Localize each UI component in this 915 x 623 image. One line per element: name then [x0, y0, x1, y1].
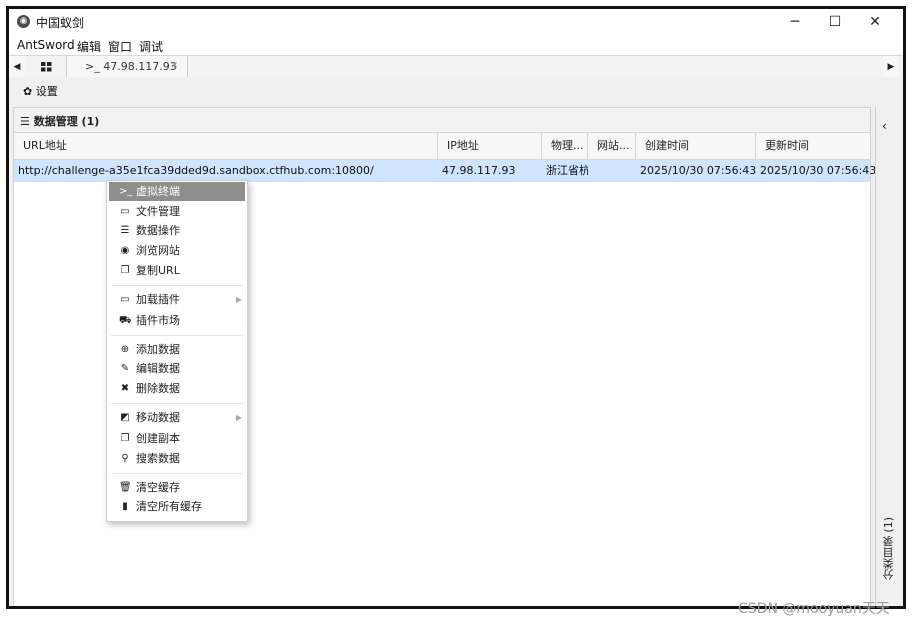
menu-separator [111, 403, 243, 404]
settings-button[interactable]: ✿ 设置 [23, 83, 58, 99]
settings-label: 设置 [35, 85, 58, 98]
col-created[interactable]: 创建时间 [636, 133, 756, 159]
menu-edit[interactable]: 编辑 [77, 38, 101, 55]
table-row[interactable]: http://challenge-a35e1fca39dded9d.sandbo… [14, 160, 876, 182]
list-icon: ☰ [20, 115, 30, 128]
terminal-icon: >_ [85, 60, 100, 73]
menu-item-copy-url[interactable]: ❐ 复制URL [109, 261, 245, 280]
menu-item-clear-cache[interactable]: 🗑 清空缓存 [109, 478, 245, 497]
database-icon: ☰ [120, 225, 130, 236]
copy-icon: ❐ [120, 265, 130, 276]
plus-circle-icon: ⊕ [120, 344, 130, 355]
context-menu: >_ 虚拟终端 ▭ 文件管理 ☰ 数据操作 ◉ 浏览网站 ❐ 复制URL ▭ 加… [106, 180, 248, 522]
tab-shell[interactable]: >_ 47.98.117.93 × [67, 56, 188, 78]
col-site[interactable]: 网站... [588, 133, 636, 159]
cell-location: 浙江省杭 [546, 164, 588, 177]
tab-shell-label: 47.98.117.93 [103, 60, 177, 73]
watermark: CSDN @mooyuan天天 [738, 601, 890, 617]
cell-site [588, 160, 636, 182]
cell-ip: 47.98.117.93 [442, 164, 516, 177]
menu-debug[interactable]: 调试 [139, 38, 163, 55]
col-location[interactable]: 物理... [542, 133, 588, 159]
tab-close-icon[interactable]: × [170, 60, 178, 71]
col-updated[interactable]: 更新时间 [756, 133, 878, 159]
menu-item-clear-all-cache[interactable]: ▮ 清空所有缓存 [109, 497, 245, 516]
copy-icon: ❐ [120, 433, 130, 444]
menu-separator [111, 285, 243, 286]
menu-item-database[interactable]: ☰ 数据操作 [109, 221, 245, 240]
panel-header: ☰ 数据管理 (1) [14, 108, 870, 133]
menu-item-create-copy[interactable]: ❐ 创建副本 [109, 429, 245, 448]
maximize-button[interactable]: ☐ [815, 9, 855, 35]
tab-home[interactable] [26, 56, 67, 78]
terminal-icon: >_ [119, 186, 133, 197]
menu-item-plugin-market[interactable]: ⛟ 插件市场 [109, 311, 245, 330]
category-label[interactable]: 分类目录 (1) [881, 517, 897, 580]
close-button[interactable]: ✕ [855, 9, 895, 35]
collapse-arrow-icon[interactable]: ‹ [882, 119, 887, 133]
trash-solid-icon: ▮ [122, 501, 128, 512]
cell-url: http://challenge-a35e1fca39dded9d.sandbo… [18, 164, 374, 177]
menu-item-search-data[interactable]: ⚲ 搜索数据 [109, 449, 245, 468]
minimize-button[interactable]: ─ [775, 9, 815, 35]
panel-title: 数据管理 (1) [33, 115, 100, 128]
menu-separator [111, 335, 243, 336]
menu-item-browse-site[interactable]: ◉ 浏览网站 [109, 241, 245, 260]
col-url[interactable]: URL地址 [14, 133, 438, 159]
chrome-icon: ◉ [120, 245, 130, 256]
menu-item-move-data[interactable]: ◩ 移动数据 ▶ [109, 408, 245, 427]
toolbar: ✿ 设置 [9, 77, 903, 103]
times-icon: ✖ [120, 383, 130, 394]
grid-icon [40, 62, 51, 72]
menu-item-delete-data[interactable]: ✖ 删除数据 [109, 379, 245, 398]
title-bar: ◉ 中国蚁剑 ─ ☐ ✕ [9, 9, 903, 35]
menu-bar: AntSword 编辑 窗口 调试 [9, 35, 903, 55]
tab-scroll-left-icon[interactable]: ◀ [9, 56, 25, 78]
cell-updated: 2025/10/30 07:56:43 [760, 164, 877, 177]
submenu-arrow-icon: ▶ [235, 295, 242, 304]
trash-icon: 🗑 [119, 482, 132, 493]
folder-icon: ▭ [120, 294, 130, 305]
menu-item-file-manager[interactable]: ▭ 文件管理 [109, 202, 245, 221]
folder-icon: ▭ [120, 206, 130, 217]
move-icon: ◩ [120, 412, 130, 423]
menu-item-terminal[interactable]: >_ 虚拟终端 [109, 182, 245, 201]
tab-scroll-right-icon[interactable]: ▶ [883, 56, 899, 78]
menu-separator [111, 473, 243, 474]
gear-icon: ✿ [23, 85, 33, 98]
menu-antsword[interactable]: AntSword [17, 38, 75, 52]
menu-item-load-plugin[interactable]: ▭ 加载插件 ▶ [109, 290, 245, 309]
edit-icon: ✎ [120, 363, 130, 374]
search-icon: ⚲ [121, 453, 129, 464]
menu-window[interactable]: 窗口 [108, 38, 132, 55]
submenu-arrow-icon: ▶ [235, 413, 242, 422]
window-title: 中国蚁剑 [36, 16, 85, 30]
menu-item-edit-data[interactable]: ✎ 编辑数据 [109, 359, 245, 378]
menu-item-add-data[interactable]: ⊕ 添加数据 [109, 340, 245, 359]
table-header: URL地址 IP地址 物理... 网站... 创建时间 更新时间 [14, 133, 878, 160]
col-ip[interactable]: IP地址 [438, 133, 542, 159]
cart-icon: ⛟ [119, 315, 132, 326]
antsword-logo-icon: ◉ [17, 15, 30, 28]
tab-bar: ◀ >_ 47.98.117.93 × ▶ [9, 55, 903, 79]
cell-created: 2025/10/30 07:56:43 [640, 164, 756, 177]
category-sidebar: ‹ 分类目录 (1) [875, 107, 901, 606]
